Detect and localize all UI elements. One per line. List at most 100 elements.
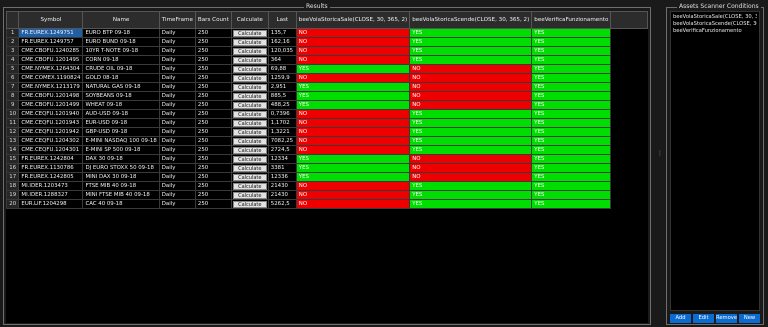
condition-item[interactable]: beeVolaStoricaSale(CLOSE, 30, 365, 2) [673,14,757,21]
cond-verifica-cell[interactable]: YES [531,163,612,173]
last-cell[interactable]: 0,7396 [267,109,297,119]
row-number[interactable]: 1 [6,28,20,38]
filler-cell[interactable] [610,154,648,164]
table-row[interactable]: 20 EUR.LIF.1204298 CAC 40 09-18 Daily 250 Cal… [6,199,648,209]
row-number[interactable]: 8 [6,91,20,101]
cond-verifica-cell[interactable]: YES [531,127,612,137]
filler-cell[interactable] [610,28,648,38]
name-cell[interactable]: EUR-USD 09-18 [82,118,160,128]
calculate-button[interactable]: Calculate [232,119,267,127]
timeframe-cell[interactable]: Daily [158,136,196,146]
cond-scende-cell[interactable]: YES [409,190,533,200]
bars-count-cell[interactable]: 250 [194,91,232,101]
timeframe-cell[interactable]: Daily [158,46,196,56]
splitter-grip-icon[interactable]: ⋮ [657,150,663,159]
bars-count-cell[interactable]: 250 [194,172,232,182]
timeframe-cell[interactable]: Daily [158,154,196,164]
calculate-button[interactable]: Calculate [232,155,267,163]
cond-scende-cell[interactable]: YES [409,136,533,146]
row-number[interactable]: 14 [6,145,20,155]
filler-cell[interactable] [610,109,648,119]
cond-verifica-cell[interactable]: YES [531,181,612,191]
calculate-button[interactable]: Calculate [232,83,267,91]
cond-sale-cell[interactable]: YES [295,91,411,101]
cond-sale-cell[interactable]: NO [295,145,411,155]
cond-sale-cell[interactable]: YES [295,64,411,74]
cond-verifica-cell[interactable]: YES [531,37,612,47]
row-number[interactable]: 11 [6,118,20,128]
row-number[interactable]: 18 [6,181,20,191]
conditions-list[interactable]: beeVolaStoricaSale(CLOSE, 30, 365, 2) be… [670,11,760,311]
timeframe-cell[interactable]: Daily [158,73,196,83]
calculate-button[interactable]: Calculate [232,92,267,100]
timeframe-cell[interactable]: Daily [158,28,196,38]
table-row[interactable]: 17 FR.EUREX.1242805 MINI DAX 30 09-18 Daily… [6,172,648,182]
symbol-cell[interactable]: CME.CBOFU.1240285 [18,46,84,56]
name-cell[interactable]: 10YR T-NOTE 09-18 [82,46,160,56]
last-cell[interactable]: 135,7 [267,28,297,38]
filler-cell[interactable] [610,64,648,74]
symbol-cell[interactable]: CME.CEQFU.1204301 [18,145,84,155]
filler-cell[interactable] [610,181,648,191]
cond-scende-cell[interactable]: YES [409,28,533,38]
symbol-cell[interactable]: FR.EUREX.1249751 [18,28,84,38]
row-number[interactable]: 4 [6,55,20,65]
new-button[interactable]: New [739,314,761,323]
symbol-cell[interactable]: MI.IDER.1203473 [18,181,84,191]
cond-sale-cell[interactable]: YES [295,82,411,92]
timeframe-cell[interactable]: Daily [158,172,196,182]
bars-count-cell[interactable]: 250 [194,163,232,173]
filler-cell[interactable] [610,172,648,182]
table-row[interactable]: 7 CME.NYMEX.1213179 NATURAL GAS 09-18 Daily… [6,82,648,92]
row-number[interactable]: 9 [6,100,20,110]
timeframe-cell[interactable]: Daily [158,109,196,119]
last-cell[interactable]: 2,951 [267,82,297,92]
filler-cell[interactable] [610,163,648,173]
bars-count-cell[interactable]: 250 [194,55,232,65]
add-button[interactable]: Add [670,314,691,323]
calculate-button[interactable]: Calculate [232,191,267,199]
cond-verifica-cell[interactable]: YES [531,55,612,65]
row-number[interactable]: 7 [6,82,20,92]
cond-sale-cell[interactable]: YES [295,172,411,182]
timeframe-cell[interactable]: Daily [158,82,196,92]
last-cell[interactable]: 120,035 [267,46,297,56]
timeframe-cell[interactable]: Daily [158,37,196,47]
bars-count-cell[interactable]: 250 [194,190,232,200]
cond-sale-cell[interactable]: YES [295,154,411,164]
last-cell[interactable]: 12336 [267,172,297,182]
name-cell[interactable]: WHEAT 09-18 [82,100,160,110]
table-row[interactable]: 11 CME.CEQFU.1201943 EUR-USD 09-18 Daily 250… [6,118,648,128]
header-cond-verifica[interactable]: beeVerificaFunzionamento [531,11,612,29]
cond-verifica-cell[interactable]: YES [531,64,612,74]
symbol-cell[interactable]: FR.EUREX.1242804 [18,154,84,164]
header-last[interactable]: Last [267,11,297,29]
filler-cell[interactable] [610,136,648,146]
calculate-button[interactable]: Calculate [232,110,267,118]
table-row[interactable]: 6 CME.COMEX.1190824 GOLD 08-18 Daily 250 Calc… [6,73,648,83]
table-row[interactable]: 18 MI.IDER.1203473 FTSE MIB 40 09-18 Daily 2… [6,181,648,191]
bars-count-cell[interactable]: 250 [194,127,232,137]
cond-scende-cell[interactable]: YES [409,145,533,155]
symbol-cell[interactable]: MI.IDER.1288327 [18,190,84,200]
filler-cell[interactable] [610,46,648,56]
row-number[interactable]: 12 [6,127,20,137]
last-cell[interactable]: 364 [267,55,297,65]
bars-count-cell[interactable]: 250 [194,199,232,209]
bars-count-cell[interactable]: 250 [194,28,232,38]
name-cell[interactable]: E-MINI SP 500 09-18 [82,145,160,155]
cond-sale-cell[interactable]: NO [295,55,411,65]
name-cell[interactable]: FTSE MIB 40 09-18 [82,181,160,191]
name-cell[interactable]: DAX 30 09-18 [82,154,160,164]
timeframe-cell[interactable]: Daily [158,100,196,110]
symbol-cell[interactable]: FR.EUREX.1249757 [18,37,84,47]
name-cell[interactable]: SOYBEANS 09-18 [82,91,160,101]
filler-cell[interactable] [610,82,648,92]
symbol-cell[interactable]: CME.NYMEX.1264304 [18,64,84,74]
calculate-button[interactable]: Calculate [232,146,267,154]
last-cell[interactable]: 7082,25 [267,136,297,146]
cond-scende-cell[interactable]: NO [409,91,533,101]
cond-sale-cell[interactable]: NO [295,190,411,200]
cond-verifica-cell[interactable]: YES [531,100,612,110]
name-cell[interactable]: DJ EURO STOXX 50 09-18 [82,163,160,173]
